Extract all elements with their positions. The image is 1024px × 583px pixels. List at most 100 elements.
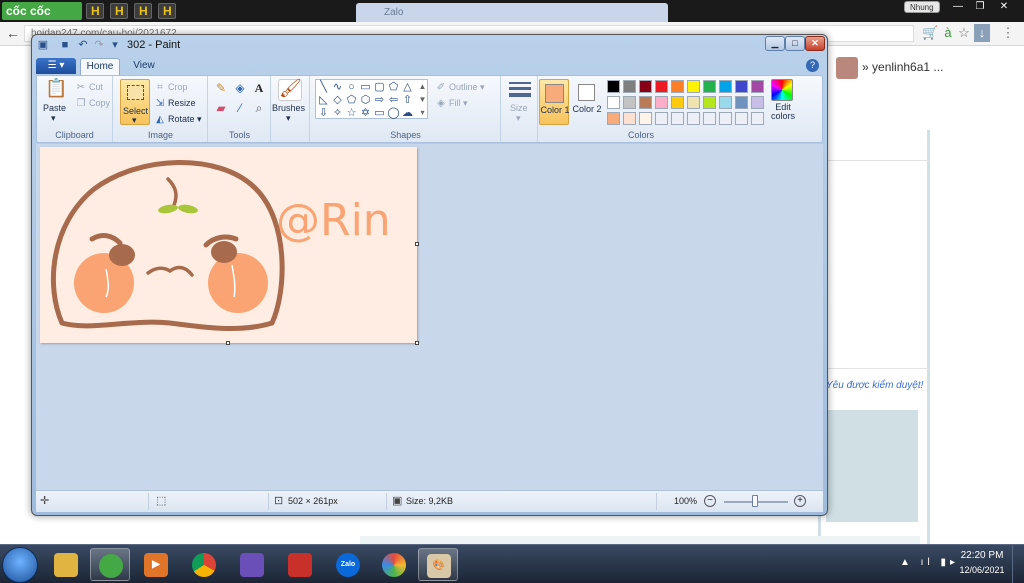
palette-swatch[interactable] bbox=[687, 80, 700, 93]
profile-badge[interactable]: Nhung bbox=[904, 1, 940, 13]
palette-swatch[interactable] bbox=[639, 112, 652, 125]
palette-swatch[interactable] bbox=[735, 112, 748, 125]
palette-swatch[interactable] bbox=[751, 80, 764, 93]
palette-swatch[interactable] bbox=[719, 96, 732, 109]
palette-swatch[interactable] bbox=[607, 96, 620, 109]
palette-swatch[interactable] bbox=[735, 96, 748, 109]
brushes-dropdown-icon[interactable]: ▾ bbox=[286, 113, 291, 124]
palette-swatch[interactable] bbox=[623, 96, 636, 109]
rotate-button[interactable]: Rotate ▾ bbox=[168, 114, 202, 125]
taskbar-zalo[interactable]: Zalo bbox=[328, 548, 368, 581]
paint-close-button[interactable]: ✕ bbox=[805, 36, 825, 51]
help-icon[interactable]: ? bbox=[806, 59, 819, 72]
taskbar-media-player[interactable]: ▶ bbox=[136, 548, 176, 581]
paint-menu-button[interactable]: ☰ ▾ bbox=[36, 58, 76, 74]
paint-minimize-button[interactable]: ▁ bbox=[765, 36, 785, 51]
avatar[interactable] bbox=[836, 57, 858, 79]
fill-button[interactable]: Fill ▾ bbox=[449, 98, 468, 109]
undo-icon[interactable]: ↶ bbox=[76, 39, 90, 51]
system-tray[interactable]: ▲ ıl ▮▸ bbox=[900, 557, 959, 568]
star6-shape-icon[interactable]: ✡ bbox=[359, 107, 372, 119]
arrow-right-shape-icon[interactable]: ⇨ bbox=[373, 94, 386, 106]
arrow-up-shape-icon[interactable]: ⇧ bbox=[401, 94, 414, 106]
resize-button[interactable]: Resize bbox=[168, 98, 196, 108]
line-shape-icon[interactable]: ╲ bbox=[317, 81, 330, 93]
palette-swatch[interactable] bbox=[703, 80, 716, 93]
palette-swatch[interactable] bbox=[639, 80, 652, 93]
arrow-left-shape-icon[interactable]: ⇦ bbox=[387, 94, 400, 106]
translate-icon[interactable]: à bbox=[940, 25, 956, 40]
menu-icon[interactable]: ⋮ bbox=[1000, 25, 1016, 41]
tab-home[interactable]: Home bbox=[80, 58, 120, 75]
save-icon[interactable]: ■ bbox=[58, 39, 72, 51]
paint-app-icon[interactable]: ▣ bbox=[36, 39, 50, 51]
palette-swatch[interactable] bbox=[703, 112, 716, 125]
zoom-out-button[interactable]: − bbox=[704, 495, 716, 507]
palette-swatch[interactable] bbox=[639, 96, 652, 109]
palette-swatch[interactable] bbox=[671, 96, 684, 109]
browser-tab-active[interactable]: Zalo bbox=[356, 3, 668, 22]
brushes-button[interactable]: Brushes bbox=[272, 103, 305, 113]
color1-button[interactable]: Color 1 bbox=[539, 79, 570, 125]
shapes-expand-icon[interactable]: ▾ bbox=[416, 107, 429, 119]
browser-tab-h3[interactable] bbox=[134, 3, 152, 19]
palette-swatch[interactable] bbox=[703, 96, 716, 109]
taskbar-game[interactable] bbox=[232, 548, 272, 581]
palette-swatch[interactable] bbox=[751, 112, 764, 125]
taskbar-chrome[interactable] bbox=[184, 548, 224, 581]
pencil-icon[interactable]: ✎ bbox=[213, 80, 229, 96]
rounded-rect-shape-icon[interactable]: ▢ bbox=[373, 81, 386, 93]
text-tool-icon[interactable]: A bbox=[251, 80, 267, 96]
palette-swatch[interactable] bbox=[623, 112, 636, 125]
palette-swatch[interactable] bbox=[751, 96, 764, 109]
taskbar-photos[interactable] bbox=[374, 548, 414, 581]
size-dropdown-icon[interactable]: ▾ bbox=[516, 113, 521, 124]
browser-close-button[interactable]: ✕ bbox=[992, 0, 1016, 14]
clock-date[interactable]: 12/06/2021 bbox=[958, 565, 1006, 575]
star5-shape-icon[interactable]: ☆ bbox=[345, 107, 358, 119]
download-icon[interactable]: ↓ bbox=[974, 24, 990, 42]
drawing-canvas[interactable]: @Rin bbox=[40, 147, 419, 345]
clock-time[interactable]: 22:20 PM bbox=[960, 550, 1004, 561]
cut-button[interactable]: Cut bbox=[89, 82, 103, 92]
browser-tab-h4[interactable] bbox=[158, 3, 176, 19]
triangle-shape-icon[interactable]: △ bbox=[401, 81, 414, 93]
right-triangle-shape-icon[interactable]: ◺ bbox=[317, 94, 330, 106]
fill-bucket-icon[interactable]: ◈ bbox=[232, 80, 248, 96]
browser-minimize-button[interactable]: — bbox=[946, 0, 970, 14]
size-button[interactable]: Size bbox=[510, 103, 528, 113]
outline-button[interactable]: Outline ▾ bbox=[449, 82, 485, 93]
shapes-gallery[interactable]: ╲ ∿ ○ ▭ ▢ ⬠ △ ◺ ◇ ⬠ ⬡ ⇨ ⇦ ⇧ ⇩ ✧ ☆ ✡ ▭ ◯ bbox=[315, 79, 428, 119]
star4-shape-icon[interactable]: ✧ bbox=[331, 107, 344, 119]
page-username[interactable]: » yenlinh6a1 ... bbox=[862, 60, 943, 74]
palette-swatch[interactable] bbox=[655, 96, 668, 109]
hexagon-shape-icon[interactable]: ⬡ bbox=[359, 94, 372, 106]
callout-cloud-shape-icon[interactable]: ☁ bbox=[401, 107, 414, 119]
back-arrow-icon[interactable]: ← bbox=[6, 25, 20, 41]
color2-button[interactable]: Color 2 bbox=[572, 79, 602, 125]
callout-rect-shape-icon[interactable]: ▭ bbox=[373, 107, 386, 119]
taskbar-app[interactable] bbox=[280, 548, 320, 581]
browser-tab-h2[interactable] bbox=[110, 3, 128, 19]
zoom-slider-thumb[interactable] bbox=[752, 495, 758, 507]
color-picker-icon[interactable]: ⁄ bbox=[232, 100, 248, 116]
select-button[interactable]: Select ▾ bbox=[120, 79, 150, 125]
crop-button[interactable]: Crop bbox=[168, 82, 188, 92]
qat-dropdown-icon[interactable]: ▾ bbox=[108, 39, 122, 51]
palette-swatch[interactable] bbox=[655, 112, 668, 125]
brush-icon[interactable]: 🖌 bbox=[278, 79, 302, 101]
shapes-scroll-down-icon[interactable]: ▼ bbox=[416, 94, 429, 106]
callout-oval-shape-icon[interactable]: ◯ bbox=[387, 107, 400, 119]
rectangle-shape-icon[interactable]: ▭ bbox=[359, 81, 372, 93]
palette-swatch[interactable] bbox=[623, 80, 636, 93]
palette-swatch[interactable] bbox=[671, 80, 684, 93]
resize-handle-corner[interactable] bbox=[415, 341, 419, 345]
tab-view[interactable]: View bbox=[124, 58, 164, 75]
browser-tab-h1[interactable] bbox=[86, 3, 104, 19]
palette-swatch[interactable] bbox=[719, 112, 732, 125]
paste-button[interactable]: Paste bbox=[43, 103, 66, 113]
browser-logo[interactable]: cốc cốc bbox=[2, 2, 82, 20]
diamond-shape-icon[interactable]: ◇ bbox=[331, 94, 344, 106]
taskbar-explorer[interactable] bbox=[46, 548, 86, 581]
copy-button[interactable]: Copy bbox=[89, 98, 110, 108]
